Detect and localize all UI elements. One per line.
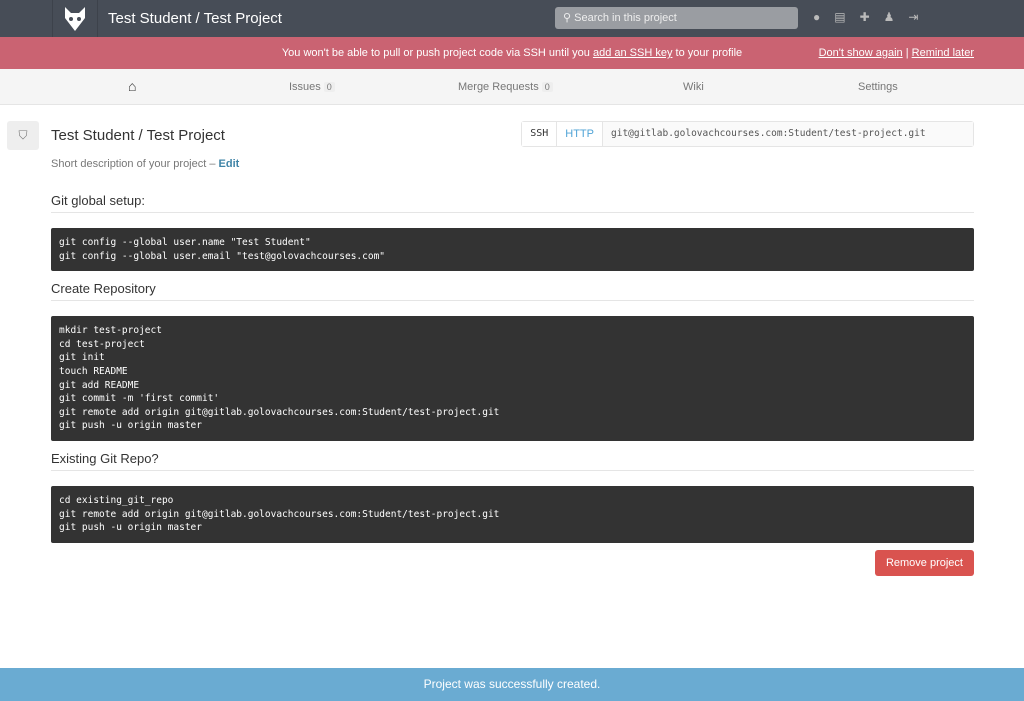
- search-icon: ⚲: [563, 12, 575, 24]
- dont-show-again-link[interactable]: Don't show again: [819, 47, 903, 59]
- section-title: Create Repository: [51, 281, 974, 302]
- code-block: git config --global user.name "Test Stud…: [51, 228, 974, 272]
- tab-issues[interactable]: Issues 0: [289, 81, 335, 93]
- clone-url-input[interactable]: git@gitlab.golovachcourses.com:Student/t…: [603, 122, 973, 146]
- add-ssh-key-link[interactable]: add an SSH key: [593, 47, 673, 59]
- plus-icon[interactable]: ✚: [860, 10, 870, 24]
- ssh-key-alert: You won't be able to pull or push projec…: [0, 37, 1024, 69]
- code-block: cd existing_git_repo git remote add orig…: [51, 485, 974, 543]
- remind-later-link[interactable]: Remind later: [912, 47, 974, 59]
- flash-message: Project was successfully created.: [0, 668, 1024, 701]
- tab-settings[interactable]: Settings: [858, 81, 898, 93]
- edit-description-link[interactable]: Edit: [219, 158, 240, 170]
- ssh-button[interactable]: SSH: [522, 122, 558, 146]
- remove-project-button[interactable]: Remove project: [874, 550, 974, 576]
- top-bar: Test Student / Test Project ⚲ Search in …: [0, 0, 1024, 37]
- http-button[interactable]: HTTP: [557, 122, 603, 146]
- copy-icon[interactable]: ▤: [834, 10, 845, 24]
- globe-icon[interactable]: ●: [813, 10, 820, 24]
- tab-merge-requests[interactable]: Merge Requests 0: [458, 81, 553, 93]
- code-block: mkdir test-project cd test-project git i…: [51, 316, 974, 441]
- project-nav: ⌂ Issues 0 Merge Requests 0 Wiki Settings: [0, 69, 1024, 105]
- home-icon: ⌂: [128, 78, 137, 94]
- section-title: Existing Git Repo?: [51, 451, 974, 471]
- project-description: Short description of your project – Edit: [51, 158, 240, 170]
- tab-wiki[interactable]: Wiki: [683, 81, 704, 93]
- app-title[interactable]: Test Student / Test Project: [108, 10, 282, 27]
- gitlab-logo[interactable]: [52, 0, 98, 37]
- shield-icon[interactable]: ⛉: [7, 121, 39, 150]
- clone-url-group: SSH HTTP git@gitlab.golovachcourses.com:…: [521, 121, 974, 147]
- search-input[interactable]: ⚲ Search in this project: [555, 7, 798, 29]
- sign-out-icon[interactable]: ⇥: [908, 10, 918, 24]
- user-icon[interactable]: ♟: [884, 10, 895, 24]
- tab-home[interactable]: ⌂: [128, 78, 136, 94]
- section-title: Git global setup:: [51, 193, 974, 213]
